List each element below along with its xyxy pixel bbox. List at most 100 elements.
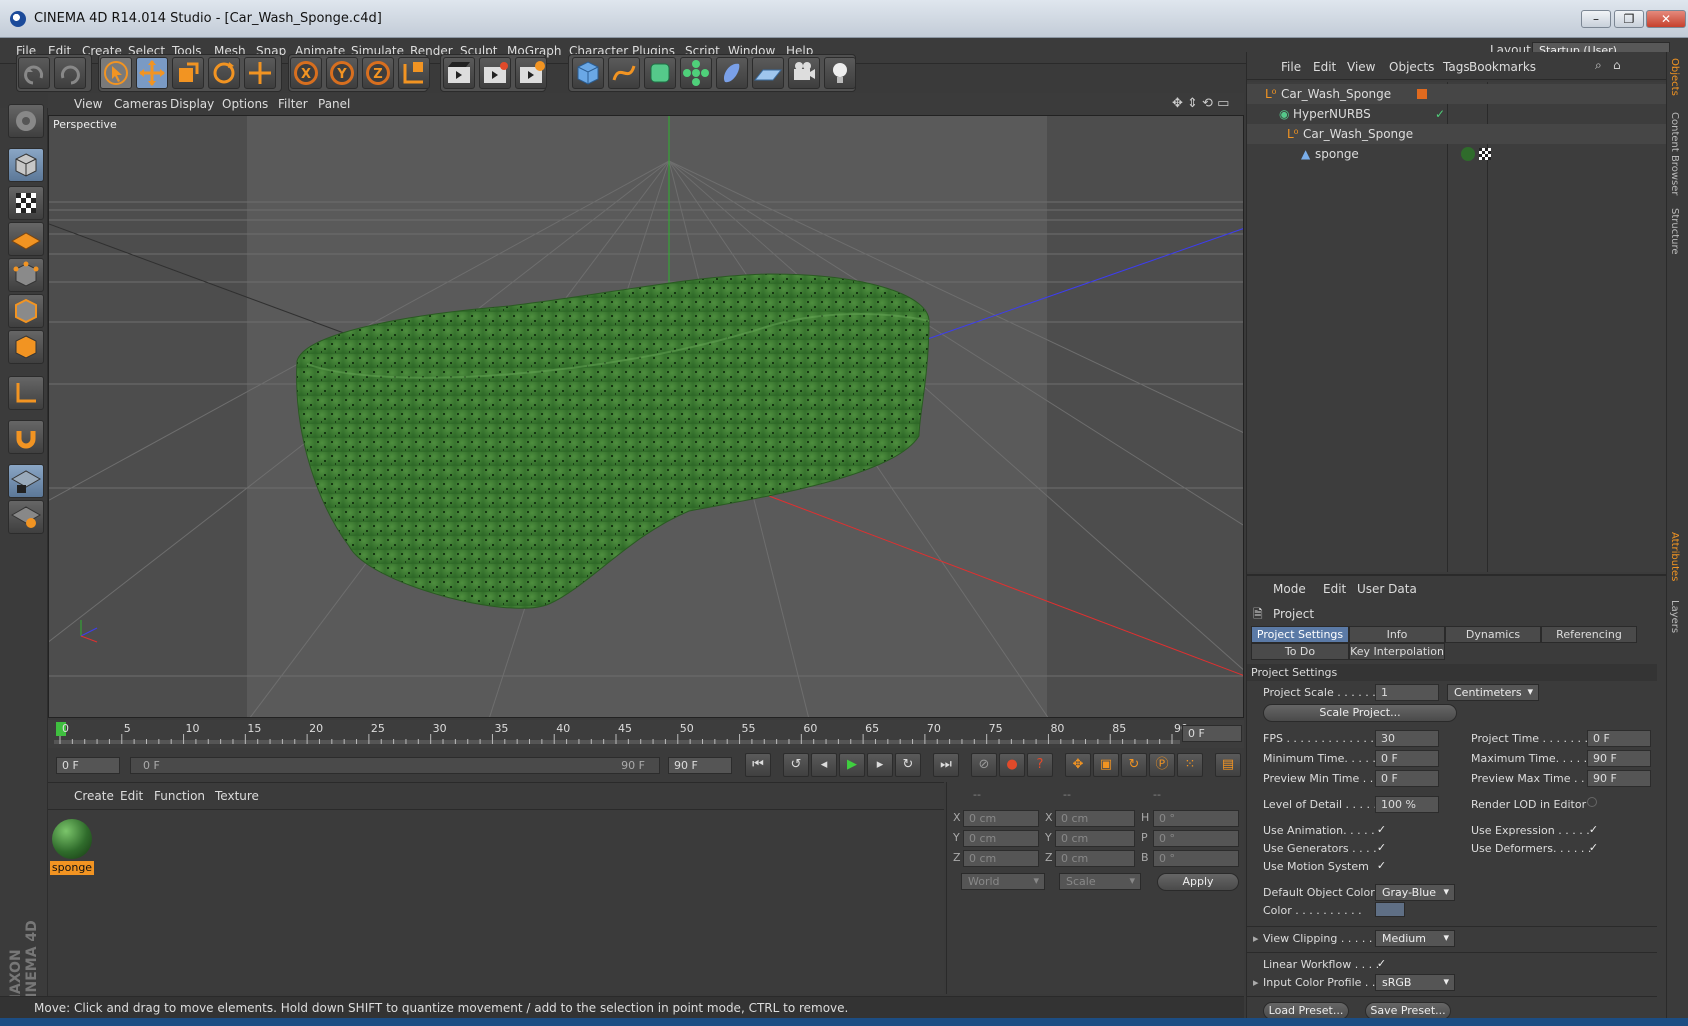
om-search-icon[interactable]: ⌕ <box>1595 58 1602 73</box>
record-position-icon[interactable]: ✥ <box>1065 753 1091 777</box>
autokey-icon[interactable]: ? <box>1027 753 1053 777</box>
om-menu-bookmarks[interactable]: Bookmarks <box>1469 60 1536 74</box>
preview-min-field[interactable]: 0 F <box>1375 770 1439 787</box>
project-scale-field[interactable]: 1 <box>1375 684 1439 701</box>
om-home-icon[interactable]: ⌂ <box>1613 58 1621 72</box>
project-time-field[interactable]: 0 F <box>1587 730 1651 747</box>
lod-field[interactable]: 100 % <box>1375 796 1439 813</box>
om-menu-file[interactable]: File <box>1281 60 1301 74</box>
live-selection-icon[interactable] <box>100 57 132 89</box>
tab-dynamics[interactable]: Dynamics <box>1445 626 1541 643</box>
coordinate-space-dropdown[interactable]: World <box>961 873 1045 890</box>
material-slot[interactable]: sponge <box>50 817 94 875</box>
position-y-field[interactable]: 0 cm <box>963 830 1039 847</box>
previous-frame-icon[interactable]: ◂ <box>811 753 837 777</box>
linear-workflow-checkbox[interactable]: ✓ <box>1375 957 1388 970</box>
om-menu-objects[interactable]: Objects <box>1389 60 1434 74</box>
current-frame-field[interactable]: 0 F <box>1182 725 1242 742</box>
light-icon[interactable] <box>824 57 856 89</box>
color-swatch[interactable] <box>1375 902 1405 917</box>
attr-menu-edit[interactable]: Edit <box>1323 582 1346 596</box>
array-icon[interactable] <box>680 57 712 89</box>
rotation-h-field[interactable]: 0 ° <box>1153 810 1239 827</box>
timeline-ruler[interactable]: 0 5 10 15 20 25 30 35 40 45 50 55 60 65 70 75 80 85 90 0 F <box>48 720 1244 748</box>
use-deformers-checkbox[interactable]: ✓ <box>1587 841 1600 854</box>
spline-icon[interactable] <box>608 57 640 89</box>
viewport-menu-panel[interactable]: Panel <box>318 97 350 111</box>
subdivision-surface-icon[interactable] <box>644 57 676 89</box>
attr-menu-mode[interactable]: Mode <box>1273 582 1306 596</box>
recent-tool-icon[interactable] <box>244 57 276 89</box>
record-icon[interactable]: ● <box>999 753 1025 777</box>
keyframe-selection-icon[interactable]: ⊘ <box>971 753 997 777</box>
tab-key-interpolation[interactable]: Key Interpolation <box>1349 643 1445 660</box>
model-mode-icon[interactable] <box>8 104 44 138</box>
side-tab-objects[interactable]: Objects <box>1669 58 1680 96</box>
fps-field[interactable]: 30 <box>1375 730 1439 747</box>
view-clipping-dropdown[interactable]: Medium <box>1375 930 1455 947</box>
tab-project-settings[interactable]: Project Settings <box>1251 626 1349 643</box>
play-icon[interactable]: ▶ <box>839 753 865 777</box>
om-menu-edit[interactable]: Edit <box>1313 60 1336 74</box>
texture-mode-icon[interactable] <box>8 186 44 220</box>
next-key-icon[interactable]: ↻ <box>895 753 921 777</box>
move-icon[interactable] <box>136 57 168 89</box>
undo-icon[interactable] <box>18 57 50 89</box>
tab-referencing[interactable]: Referencing <box>1541 626 1637 643</box>
scale-icon[interactable] <box>172 57 204 89</box>
locked-workplane-icon[interactable] <box>8 464 44 498</box>
axis-mode-icon[interactable] <box>8 376 44 410</box>
default-color-dropdown[interactable]: Gray-Blue <box>1375 884 1455 901</box>
object-row[interactable]: ▲ sponge <box>1247 144 1667 164</box>
snap-icon[interactable] <box>8 420 44 454</box>
polygons-mode-icon[interactable] <box>8 330 44 364</box>
viewport-nav-icons[interactable]: ✥ ⇕ ⟲ ▭ <box>1172 96 1229 111</box>
object-row[interactable]: L⁰ Car_Wash_Sponge <box>1247 124 1667 144</box>
rotate-icon[interactable] <box>208 57 240 89</box>
rotation-p-field[interactable]: 0 ° <box>1153 830 1239 847</box>
material-menu-function[interactable]: Function <box>154 789 205 803</box>
project-scale-unit-dropdown[interactable]: Centimeters <box>1447 684 1539 701</box>
material-menu-texture[interactable]: Texture <box>215 789 259 803</box>
object-row[interactable]: L⁰ Car_Wash_Sponge <box>1247 84 1667 104</box>
planar-workplane-icon[interactable] <box>8 500 44 534</box>
camera-icon[interactable] <box>788 57 820 89</box>
viewport-menu-options[interactable]: Options <box>222 97 268 111</box>
size-z-field[interactable]: 0 cm <box>1055 850 1135 867</box>
use-motion-checkbox[interactable]: ✓ <box>1375 859 1388 872</box>
record-parameter-icon[interactable]: Ⓟ <box>1149 753 1175 777</box>
max-time-field[interactable]: 90 F <box>1587 750 1651 767</box>
use-generators-checkbox[interactable]: ✓ <box>1375 841 1388 854</box>
apply-button[interactable]: Apply <box>1157 873 1239 891</box>
maximize-button[interactable]: ❐ <box>1614 10 1644 28</box>
minimize-button[interactable]: – <box>1581 10 1611 28</box>
viewport-menu-display[interactable]: Display <box>170 97 214 111</box>
object-row[interactable]: ◉ HyperNURBS ✓ <box>1247 104 1667 124</box>
record-scale-icon[interactable]: ▣ <box>1093 753 1119 777</box>
previous-key-icon[interactable]: ↺ <box>783 753 809 777</box>
expand-arrow-icon[interactable]: ▸ <box>1253 932 1259 945</box>
size-x-field[interactable]: 0 cm <box>1055 810 1135 827</box>
attr-menu-user-data[interactable]: User Data <box>1357 582 1417 596</box>
points-mode-icon[interactable] <box>8 258 44 292</box>
record-point-level-icon[interactable]: ⁙ <box>1177 753 1203 777</box>
om-menu-view[interactable]: View <box>1347 60 1375 74</box>
material-tag-icon[interactable] <box>1461 147 1475 161</box>
expand-arrow-icon[interactable]: ▸ <box>1253 976 1259 989</box>
tab-info[interactable]: Info <box>1349 626 1445 643</box>
cube-icon[interactable] <box>572 57 604 89</box>
material-menu-create[interactable]: Create <box>74 789 114 803</box>
render-view-icon[interactable] <box>443 57 475 89</box>
position-z-field[interactable]: 0 cm <box>963 850 1039 867</box>
use-animation-checkbox[interactable]: ✓ <box>1375 823 1388 836</box>
edges-mode-icon[interactable] <box>8 294 44 328</box>
render-settings-icon[interactable] <box>515 57 547 89</box>
deformer-icon[interactable] <box>716 57 748 89</box>
next-frame-icon[interactable]: ▸ <box>867 753 893 777</box>
material-menu-edit[interactable]: Edit <box>120 789 143 803</box>
rotation-b-field[interactable]: 0 ° <box>1153 850 1239 867</box>
coordinate-mode-dropdown[interactable]: Scale <box>1059 873 1141 890</box>
object-mode-icon[interactable] <box>8 148 44 182</box>
preview-max-field[interactable]: 90 F <box>1587 770 1651 787</box>
z-axis-icon[interactable]: Z <box>362 57 394 89</box>
